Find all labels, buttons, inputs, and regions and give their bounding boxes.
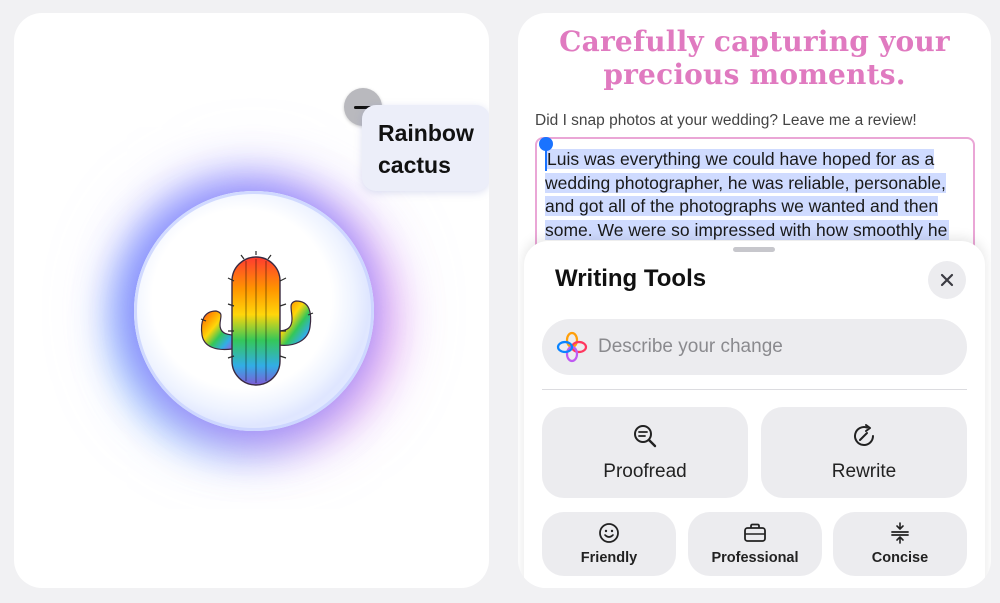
rewrite-icon xyxy=(854,423,874,446)
professional-label: Professional xyxy=(711,550,799,566)
rainbow-cactus-emoji xyxy=(200,251,314,386)
sheet-grabber[interactable] xyxy=(733,247,775,252)
proofread-icon xyxy=(634,424,657,447)
text-caret xyxy=(545,149,547,171)
concise-icon xyxy=(891,522,909,544)
apple-intelligence-icon xyxy=(556,331,588,363)
friendly-label: Friendly xyxy=(580,550,638,566)
proofread-label: Proofread xyxy=(603,460,687,482)
concise-label: Concise xyxy=(871,550,929,566)
smiley-icon xyxy=(599,523,619,543)
close-icon xyxy=(940,273,954,287)
concept-label-line1: Rainbow xyxy=(378,120,474,146)
describe-change-input[interactable]: Describe your change xyxy=(542,319,967,375)
rewrite-button[interactable]: Rewrite xyxy=(761,407,967,498)
close-button[interactable] xyxy=(928,261,966,299)
rewrite-label: Rewrite xyxy=(831,460,897,482)
headline-line1: Carefully capturing your xyxy=(559,25,950,58)
concept-chip[interactable]: Rainbow cactus xyxy=(362,105,489,191)
concept-label-line2: cactus xyxy=(378,152,451,178)
review-text: Luis was everything we could have hoped … xyxy=(545,149,950,240)
divider xyxy=(542,389,967,390)
writing-tools-sheet: Writing Tools Describe your change Proof… xyxy=(524,241,985,588)
headline-line2: precious moments. xyxy=(603,58,906,91)
page-headline: Carefully capturing your precious moment… xyxy=(518,25,991,91)
search-placeholder: Describe your change xyxy=(598,336,783,357)
review-page-panel: Carefully capturing your precious moment… xyxy=(518,13,991,588)
image-playground-panel: Rainbow cactus xyxy=(14,13,489,588)
concise-button[interactable]: Concise xyxy=(833,512,967,576)
proofread-button[interactable]: Proofread xyxy=(542,407,748,498)
briefcase-icon xyxy=(744,523,766,542)
sheet-title: Writing Tools xyxy=(555,265,707,292)
review-prompt: Did I snap photos at your wedding? Leave… xyxy=(535,112,917,129)
friendly-button[interactable]: Friendly xyxy=(542,512,676,576)
professional-button[interactable]: Professional xyxy=(688,512,822,576)
